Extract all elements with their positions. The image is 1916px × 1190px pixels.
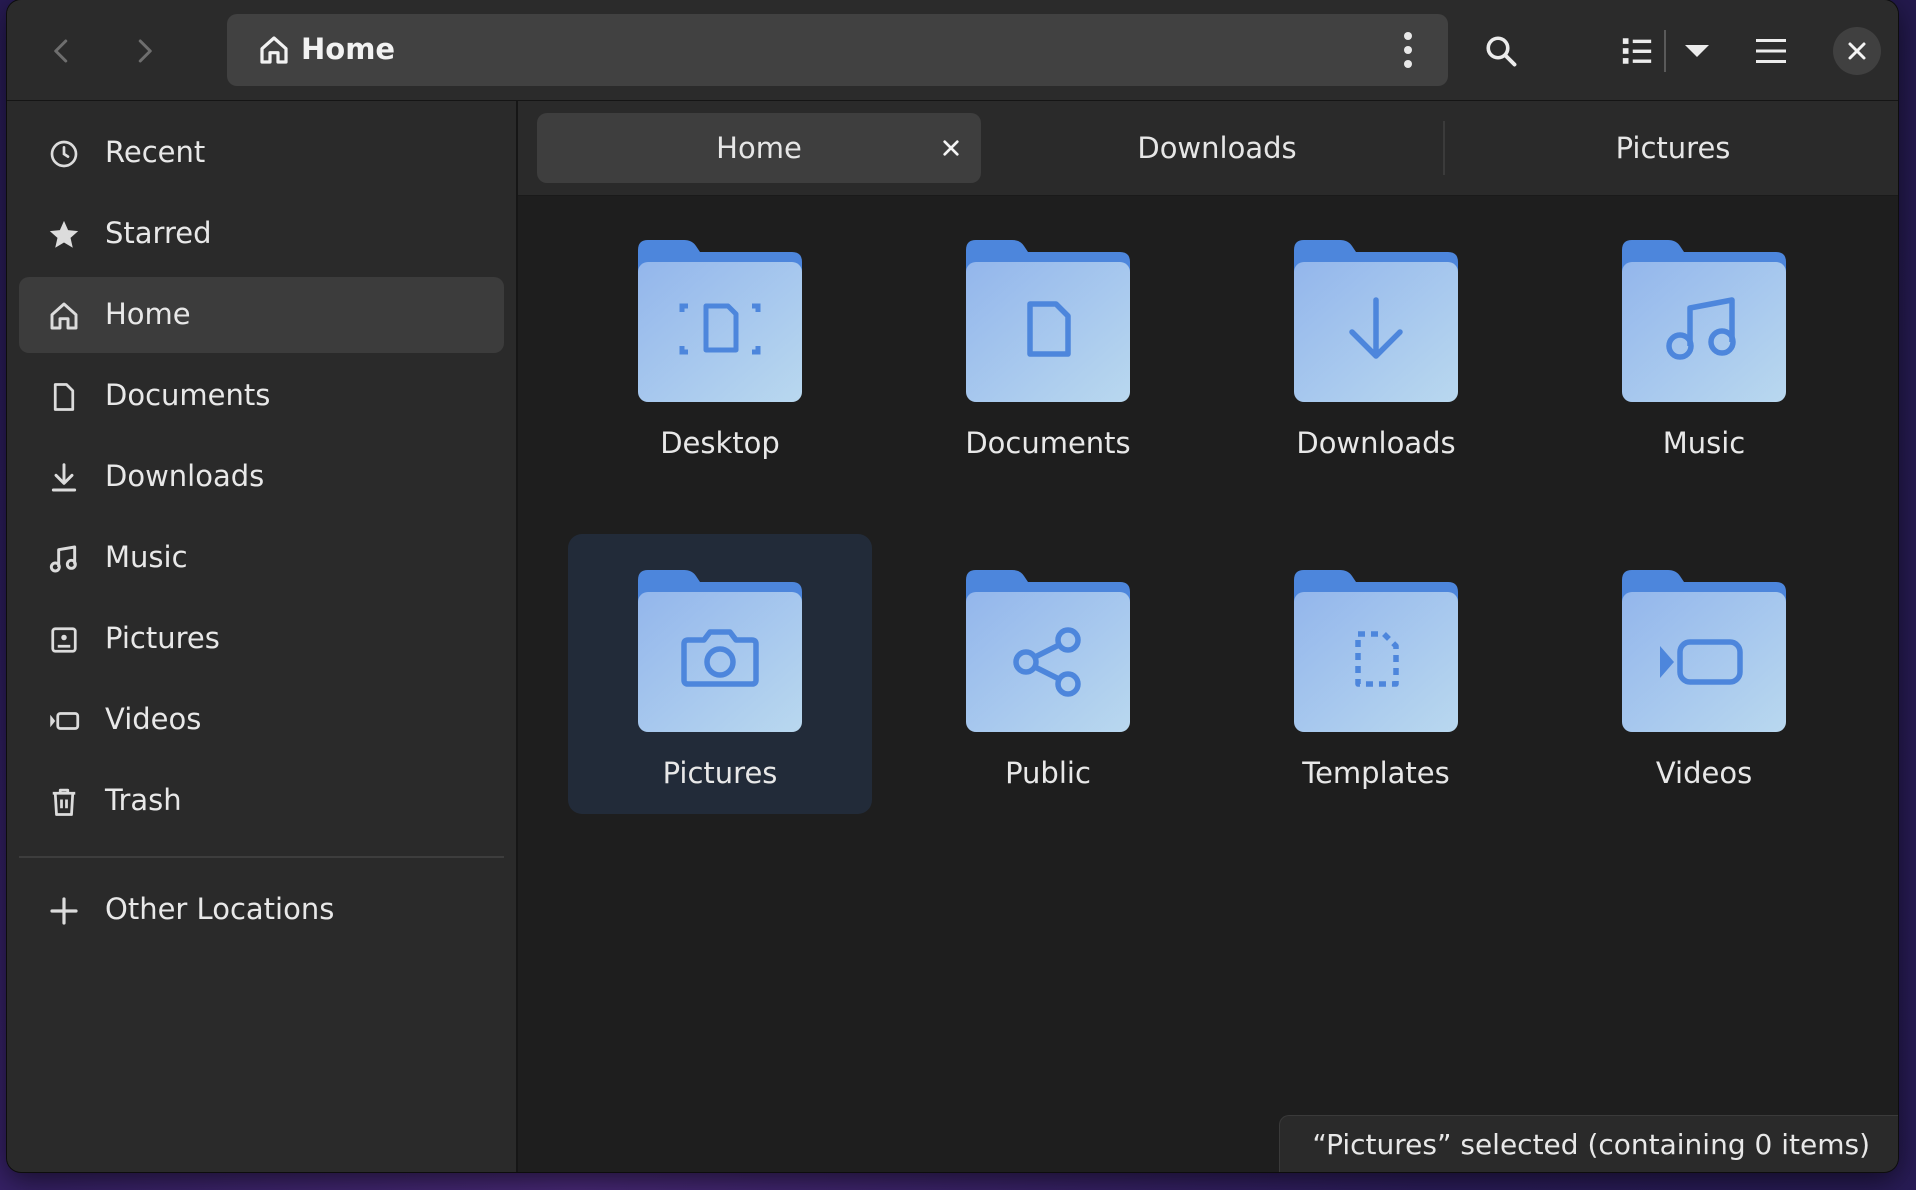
folder-label: Downloads: [1296, 426, 1456, 460]
sidebar-item-pictures[interactable]: Pictures: [19, 601, 504, 677]
back-button[interactable]: [31, 20, 93, 82]
tab-downloads[interactable]: Downloads: [995, 113, 1439, 183]
triangle-down-icon: [1685, 45, 1709, 57]
chevron-right-icon: [138, 39, 152, 63]
folder-icon: [1622, 570, 1786, 732]
trash-icon: [47, 785, 81, 819]
folder-item-desktop[interactable]: Desktop: [568, 204, 872, 484]
vertical-dots-icon: [1404, 32, 1412, 68]
folder-item-public[interactable]: Public: [896, 534, 1200, 814]
folder-item-templates[interactable]: Templates: [1224, 534, 1528, 814]
tab-close-button[interactable]: [933, 130, 969, 166]
header-bar: Home: [7, 0, 1898, 101]
document-icon: [47, 380, 81, 414]
status-text: “Pictures” selected (containing 0 items): [1312, 1127, 1870, 1161]
sidebar-item-label: Downloads: [105, 459, 265, 493]
main-menu-button[interactable]: [1740, 20, 1802, 82]
tab-pictures[interactable]: Pictures: [1451, 113, 1895, 183]
folder-icon: [638, 570, 802, 732]
sidebar-item-label: Starred: [105, 216, 212, 250]
sidebar: Recent Starred Home Documents Downloads …: [7, 101, 518, 1172]
folder-icon: [1294, 570, 1458, 732]
path-label[interactable]: Home: [301, 32, 395, 66]
folder-label: Music: [1662, 426, 1746, 460]
sidebar-item-label: Music: [105, 540, 188, 574]
folder-label: Desktop: [660, 426, 780, 460]
clock-icon: [47, 137, 81, 171]
file-manager-window: Home Recent Starred Home Documents Downl…: [7, 0, 1898, 1172]
picture-icon: [47, 623, 81, 657]
view-mode-button[interactable]: [1606, 20, 1668, 82]
sidebar-item-recent[interactable]: Recent: [19, 115, 504, 191]
tab-separator: [1443, 121, 1445, 175]
folder-label: Documents: [965, 426, 1131, 460]
sidebar-item-other-locations[interactable]: Other Locations: [19, 872, 504, 948]
sidebar-item-documents[interactable]: Documents: [19, 358, 504, 434]
music-icon: [47, 542, 81, 576]
folder-icon: [638, 240, 802, 402]
sidebar-item-label: Videos: [105, 702, 202, 736]
folder-icon: [1294, 240, 1458, 402]
folder-item-music[interactable]: Music: [1552, 204, 1856, 484]
close-icon: [943, 140, 959, 156]
folder-label: Pictures: [662, 756, 778, 790]
sidebar-item-label: Other Locations: [105, 892, 335, 926]
folder-icon: [966, 240, 1130, 402]
home-icon: [47, 299, 81, 333]
view-separator: [1664, 30, 1666, 72]
tab-label: Home: [716, 131, 802, 165]
sidebar-item-videos[interactable]: Videos: [19, 682, 504, 758]
folder-item-documents[interactable]: Documents: [896, 204, 1200, 484]
folder-icon: [966, 570, 1130, 732]
sidebar-item-trash[interactable]: Trash: [19, 763, 504, 839]
star-icon: [47, 218, 81, 252]
close-icon: [1848, 42, 1866, 60]
sidebar-item-downloads[interactable]: Downloads: [19, 439, 504, 515]
folder-label: Public: [1005, 756, 1091, 790]
view-options-dropdown[interactable]: [1667, 20, 1727, 82]
sidebar-item-label: Pictures: [105, 621, 220, 655]
plus-icon: [47, 894, 81, 928]
video-icon: [47, 704, 81, 738]
tab-label: Downloads: [1137, 131, 1297, 165]
chevron-left-icon: [54, 39, 68, 63]
sidebar-item-label: Recent: [105, 135, 206, 169]
tab-bar: Home Downloads Pictures: [518, 101, 1898, 196]
tab-home[interactable]: Home: [537, 113, 981, 183]
sidebar-item-label: Home: [105, 297, 191, 331]
hamburger-menu-icon: [1756, 39, 1786, 63]
folder-item-pictures[interactable]: Pictures: [568, 534, 872, 814]
folder-icon: [1622, 240, 1786, 402]
sidebar-item-music[interactable]: Music: [19, 520, 504, 596]
folder-label: Videos: [1655, 756, 1753, 790]
close-window-button[interactable]: [1833, 27, 1881, 75]
sidebar-item-label: Documents: [105, 378, 271, 412]
folder-item-videos[interactable]: Videos: [1552, 534, 1856, 814]
path-bar[interactable]: Home: [227, 14, 1448, 86]
list-view-icon: [1622, 38, 1652, 64]
forward-button[interactable]: [113, 20, 175, 82]
sidebar-separator: [19, 856, 504, 858]
download-icon: [47, 461, 81, 495]
folder-item-downloads[interactable]: Downloads: [1224, 204, 1528, 484]
search-button[interactable]: [1470, 20, 1532, 82]
file-grid: Desktop Documents Downloads Music Pictur…: [518, 196, 1898, 1172]
folder-label: Templates: [1302, 756, 1450, 790]
tab-label: Pictures: [1615, 131, 1731, 165]
path-menu-button[interactable]: [1368, 14, 1448, 86]
search-icon: [1486, 36, 1517, 67]
sidebar-item-starred[interactable]: Starred: [19, 196, 504, 272]
sidebar-item-home[interactable]: Home: [19, 277, 504, 353]
sidebar-item-label: Trash: [105, 783, 182, 817]
status-bar: “Pictures” selected (containing 0 items): [1279, 1115, 1898, 1172]
home-icon: [260, 36, 288, 64]
